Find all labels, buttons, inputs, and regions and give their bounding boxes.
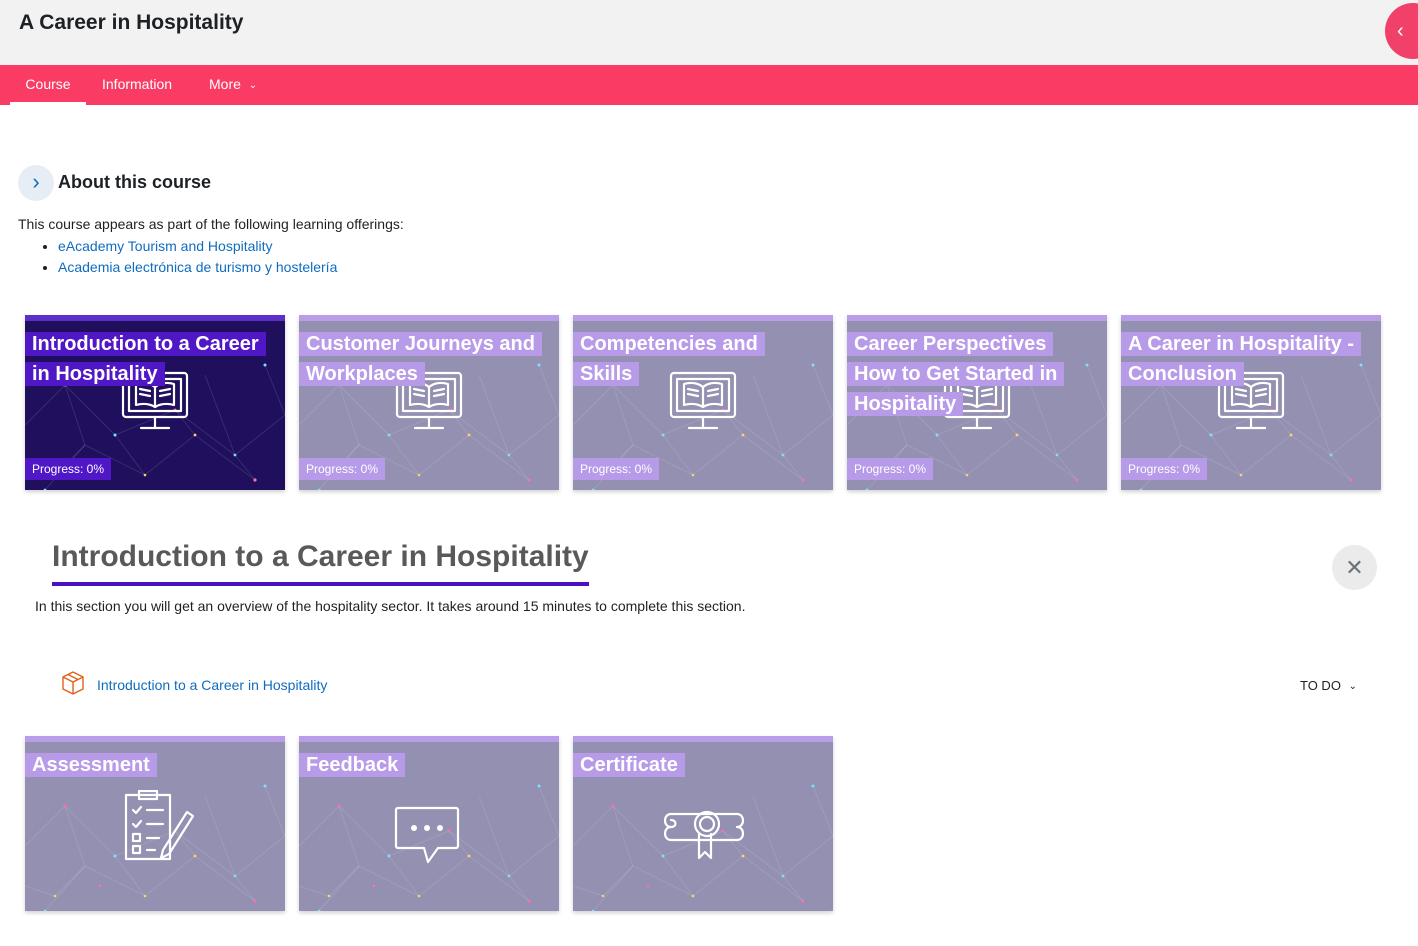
about-collapse-toggle[interactable]: › (18, 165, 54, 201)
tab-information[interactable]: Information (102, 65, 172, 105)
section-card[interactable]: Introduction to a Career in Hospitality … (25, 315, 285, 490)
offerings-list: eAcademy Tourism and Hospitality Academi… (18, 236, 337, 278)
tab-label: More (209, 76, 241, 92)
course-nav: Course Information More ⌄ (0, 65, 1418, 105)
card-top-strip (1121, 315, 1381, 321)
tab-label: Course (25, 76, 71, 92)
card-title: Certificate (573, 750, 818, 780)
about-heading: About this course (58, 172, 212, 192)
page-header: A Career in Hospitality ‹ (0, 0, 1418, 65)
card-top-strip (25, 736, 285, 742)
certificate-icon (663, 810, 745, 860)
card-progress: Progress: 0% (1121, 458, 1208, 480)
section-card[interactable]: Career Perspectives How to Get Started i… (847, 315, 1107, 490)
tab-label: Information (102, 76, 173, 92)
close-icon: ✕ (1345, 555, 1364, 580)
card-progress: Progress: 0% (847, 458, 934, 480)
package-icon (62, 671, 84, 695)
chevron-down-icon: ⌄ (1348, 681, 1357, 692)
checklist-icon (124, 790, 195, 861)
completion-status-dropdown[interactable]: TO DO ⌄ (1300, 678, 1357, 693)
course-title: A Career in Hospitality (19, 11, 244, 34)
activity-link[interactable]: Introduction to a Career in Hospitality (97, 677, 327, 693)
card-title: Career Perspectives How to Get Started i… (847, 329, 1092, 419)
card-top-strip (573, 315, 833, 321)
card-title: A Career in Hospitality - Conclusion (1121, 329, 1366, 389)
chevron-right-icon: › (32, 169, 40, 194)
offerings-intro: This course appears as part of the follo… (18, 216, 404, 232)
drawer-toggle-button[interactable]: ‹ (1385, 3, 1418, 59)
offering-link[interactable]: eAcademy Tourism and Hospitality (58, 238, 273, 254)
section-card-assessment[interactable]: Assessment (25, 736, 285, 911)
section-card[interactable]: A Career in Hospitality - Conclusion Pro… (1121, 315, 1381, 490)
card-title: Assessment (25, 750, 270, 780)
list-item: eAcademy Tourism and Hospitality (58, 236, 337, 257)
tab-course[interactable]: Course (10, 65, 86, 105)
chevron-down-icon: ⌄ (248, 80, 258, 91)
close-section-button[interactable]: ✕ (1332, 545, 1377, 590)
card-title: Competencies and Skills (573, 329, 818, 389)
card-title: Customer Journeys and Workplaces (299, 329, 544, 389)
chevron-left-icon: ‹ (1397, 20, 1404, 42)
card-top-strip (299, 736, 559, 742)
section-card[interactable]: Competencies and Skills Progress: 0% (573, 315, 833, 490)
list-item: Academia electrónica de turismo y hostel… (58, 257, 337, 278)
section-card-certificate[interactable]: Certificate (573, 736, 833, 911)
offering-link[interactable]: Academia electrónica de turismo y hostel… (58, 259, 337, 275)
card-progress: Progress: 0% (299, 458, 386, 480)
card-top-strip (299, 315, 559, 321)
section-summary: In this section you will get an overview… (35, 598, 746, 614)
section-card[interactable]: Customer Journeys and Workplaces Progres… (299, 315, 559, 490)
card-top-strip (847, 315, 1107, 321)
card-top-strip (25, 315, 285, 321)
card-title: Feedback (299, 750, 544, 780)
section-card-feedback[interactable]: Feedback (299, 736, 559, 911)
card-progress: Progress: 0% (573, 458, 660, 480)
section-heading: Introduction to a Career in Hospitality (52, 540, 589, 586)
chat-bubble-icon (394, 806, 460, 864)
status-label: TO DO (1300, 678, 1341, 693)
tab-more[interactable]: More ⌄ (209, 65, 257, 105)
card-top-strip (573, 736, 833, 742)
card-title: Introduction to a Career in Hospitality (25, 329, 270, 389)
card-progress: Progress: 0% (25, 458, 112, 480)
